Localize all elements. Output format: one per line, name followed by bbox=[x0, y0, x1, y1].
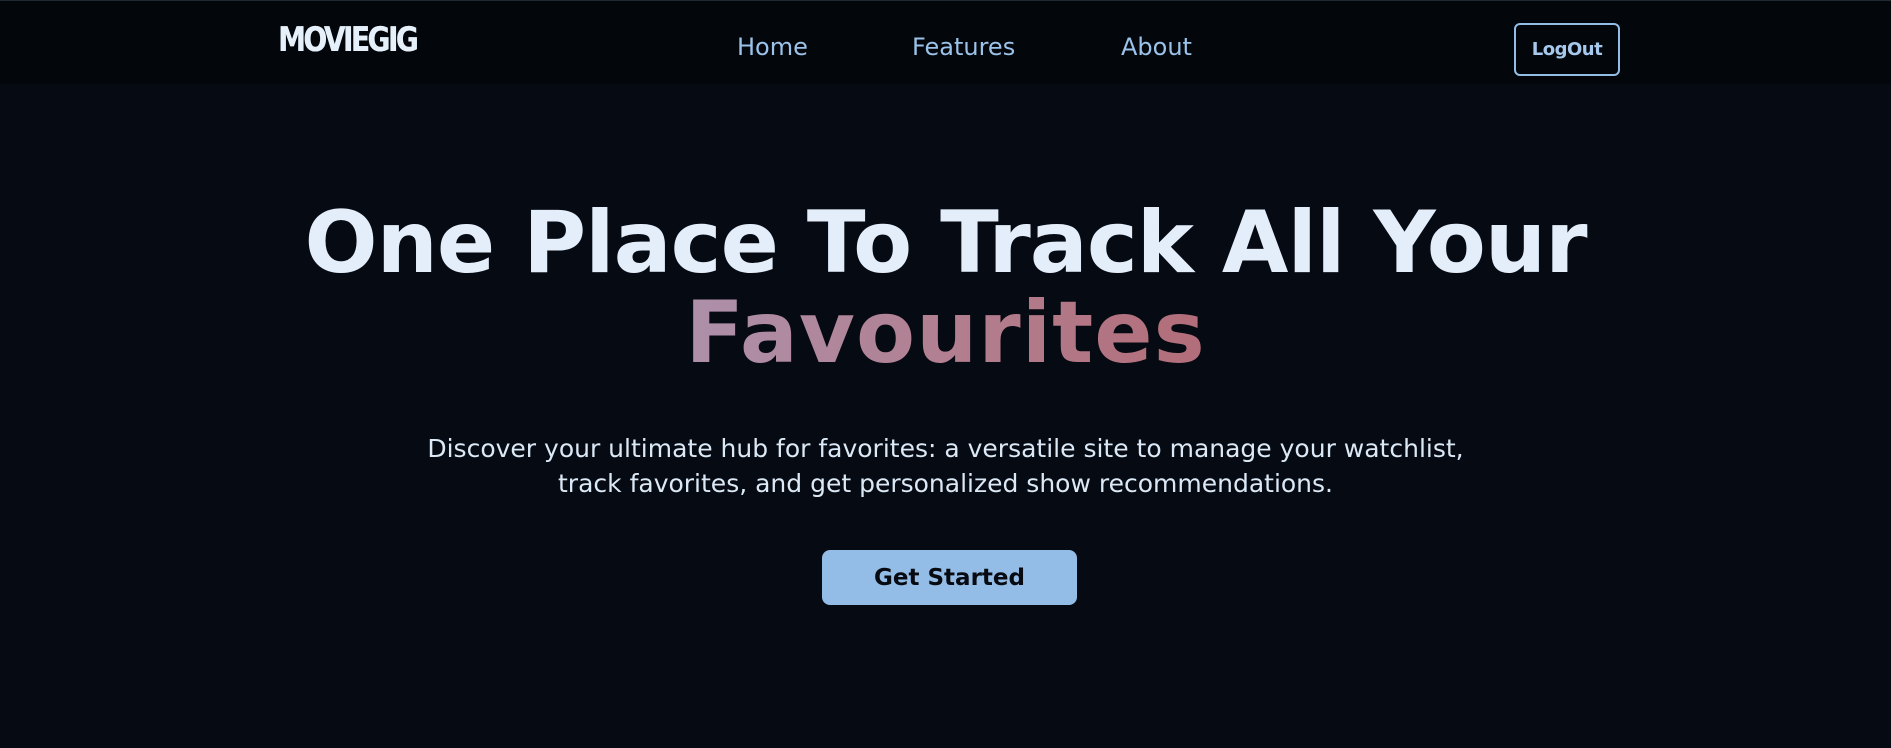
logout-button[interactable]: LogOut bbox=[1514, 23, 1620, 76]
hero-title-highlight: Favourites bbox=[0, 290, 1891, 376]
hero-subtitle-line-1: Discover your ultimate hub for favorites… bbox=[427, 434, 1464, 463]
get-started-button[interactable]: Get Started bbox=[822, 550, 1077, 605]
hero-title-favourites: Favourites bbox=[685, 283, 1206, 383]
nav-link-features[interactable]: Features bbox=[912, 35, 1015, 59]
navbar: MOVIEGIG Home Features About LogOut bbox=[0, 0, 1891, 84]
hero-subtitle: Discover your ultimate hub for favorites… bbox=[0, 431, 1891, 501]
hero-subtitle-line-2: track favorites, and get personalized sh… bbox=[558, 469, 1333, 498]
hero-title: One Place To Track All Your bbox=[304, 193, 1588, 293]
nav-link-home[interactable]: Home bbox=[737, 35, 808, 59]
nav-link-about[interactable]: About bbox=[1121, 35, 1192, 59]
